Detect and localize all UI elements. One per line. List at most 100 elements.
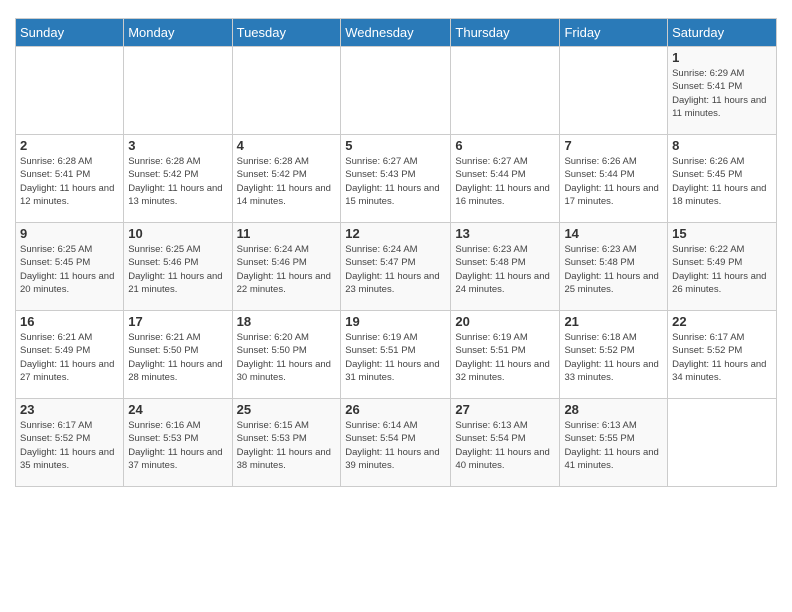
- header-saturday: Saturday: [668, 19, 777, 47]
- day-info: Sunrise: 6:25 AM Sunset: 5:46 PM Dayligh…: [128, 243, 227, 296]
- calendar-cell: 26 Sunrise: 6:14 AM Sunset: 5:54 PM Dayli…: [341, 399, 451, 487]
- day-info: Sunrise: 6:23 AM Sunset: 5:48 PM Dayligh…: [564, 243, 663, 296]
- day-number: 18: [237, 314, 337, 329]
- day-info: Sunrise: 6:15 AM Sunset: 5:53 PM Dayligh…: [237, 419, 337, 472]
- calendar-table: SundayMondayTuesdayWednesdayThursdayFrid…: [15, 18, 777, 487]
- day-number: 5: [345, 138, 446, 153]
- calendar-cell: 5 Sunrise: 6:27 AM Sunset: 5:43 PM Daylig…: [341, 135, 451, 223]
- calendar-cell: 20 Sunrise: 6:19 AM Sunset: 5:51 PM Dayli…: [451, 311, 560, 399]
- day-number: 28: [564, 402, 663, 417]
- day-number: 13: [455, 226, 555, 241]
- day-number: 25: [237, 402, 337, 417]
- calendar-cell: 13 Sunrise: 6:23 AM Sunset: 5:48 PM Dayli…: [451, 223, 560, 311]
- day-number: 4: [237, 138, 337, 153]
- day-number: 11: [237, 226, 337, 241]
- day-number: 21: [564, 314, 663, 329]
- calendar-body: 1 Sunrise: 6:29 AM Sunset: 5:41 PM Daylig…: [16, 47, 777, 487]
- day-number: 27: [455, 402, 555, 417]
- calendar-cell: [451, 47, 560, 135]
- day-info: Sunrise: 6:27 AM Sunset: 5:44 PM Dayligh…: [455, 155, 555, 208]
- day-number: 1: [672, 50, 772, 65]
- header-thursday: Thursday: [451, 19, 560, 47]
- day-number: 22: [672, 314, 772, 329]
- day-info: Sunrise: 6:13 AM Sunset: 5:55 PM Dayligh…: [564, 419, 663, 472]
- calendar-cell: 28 Sunrise: 6:13 AM Sunset: 5:55 PM Dayli…: [560, 399, 668, 487]
- calendar-cell: 6 Sunrise: 6:27 AM Sunset: 5:44 PM Daylig…: [451, 135, 560, 223]
- header-tuesday: Tuesday: [232, 19, 341, 47]
- day-info: Sunrise: 6:17 AM Sunset: 5:52 PM Dayligh…: [672, 331, 772, 384]
- day-number: 9: [20, 226, 119, 241]
- day-info: Sunrise: 6:29 AM Sunset: 5:41 PM Dayligh…: [672, 67, 772, 120]
- calendar-week-row: 2 Sunrise: 6:28 AM Sunset: 5:41 PM Daylig…: [16, 135, 777, 223]
- calendar-cell: 21 Sunrise: 6:18 AM Sunset: 5:52 PM Dayli…: [560, 311, 668, 399]
- calendar-cell: [16, 47, 124, 135]
- day-number: 19: [345, 314, 446, 329]
- calendar-cell: 22 Sunrise: 6:17 AM Sunset: 5:52 PM Dayli…: [668, 311, 777, 399]
- calendar-cell: 4 Sunrise: 6:28 AM Sunset: 5:42 PM Daylig…: [232, 135, 341, 223]
- calendar-cell: 23 Sunrise: 6:17 AM Sunset: 5:52 PM Dayli…: [16, 399, 124, 487]
- day-info: Sunrise: 6:22 AM Sunset: 5:49 PM Dayligh…: [672, 243, 772, 296]
- day-info: Sunrise: 6:18 AM Sunset: 5:52 PM Dayligh…: [564, 331, 663, 384]
- day-number: 2: [20, 138, 119, 153]
- day-info: Sunrise: 6:16 AM Sunset: 5:53 PM Dayligh…: [128, 419, 227, 472]
- day-number: 17: [128, 314, 227, 329]
- day-number: 24: [128, 402, 227, 417]
- calendar-cell: 12Sunrise: 6:24 AM Sunset: 5:47 PM Dayli…: [341, 223, 451, 311]
- header-friday: Friday: [560, 19, 668, 47]
- day-info: Sunrise: 6:28 AM Sunset: 5:42 PM Dayligh…: [237, 155, 337, 208]
- calendar-cell: 19 Sunrise: 6:19 AM Sunset: 5:51 PM Dayli…: [341, 311, 451, 399]
- day-number: 26: [345, 402, 446, 417]
- calendar-cell: 24 Sunrise: 6:16 AM Sunset: 5:53 PM Dayli…: [124, 399, 232, 487]
- header-row: SundayMondayTuesdayWednesdayThursdayFrid…: [16, 19, 777, 47]
- calendar-cell: 15Sunrise: 6:22 AM Sunset: 5:49 PM Dayli…: [668, 223, 777, 311]
- day-info: Sunrise: 6:21 AM Sunset: 5:49 PM Dayligh…: [20, 331, 119, 384]
- day-info: Sunrise: 6:26 AM Sunset: 5:44 PM Dayligh…: [564, 155, 663, 208]
- day-info: Sunrise: 6:17 AM Sunset: 5:52 PM Dayligh…: [20, 419, 119, 472]
- day-info: Sunrise: 6:19 AM Sunset: 5:51 PM Dayligh…: [345, 331, 446, 384]
- day-info: Sunrise: 6:24 AM Sunset: 5:47 PM Dayligh…: [345, 243, 446, 296]
- day-number: 7: [564, 138, 663, 153]
- day-info: Sunrise: 6:28 AM Sunset: 5:41 PM Dayligh…: [20, 155, 119, 208]
- day-number: 20: [455, 314, 555, 329]
- header-wednesday: Wednesday: [341, 19, 451, 47]
- day-info: Sunrise: 6:19 AM Sunset: 5:51 PM Dayligh…: [455, 331, 555, 384]
- calendar-cell: 7 Sunrise: 6:26 AM Sunset: 5:44 PM Daylig…: [560, 135, 668, 223]
- calendar-cell: [560, 47, 668, 135]
- header-sunday: Sunday: [16, 19, 124, 47]
- day-info: Sunrise: 6:21 AM Sunset: 5:50 PM Dayligh…: [128, 331, 227, 384]
- day-info: Sunrise: 6:20 AM Sunset: 5:50 PM Dayligh…: [237, 331, 337, 384]
- calendar-week-row: 9 Sunrise: 6:25 AM Sunset: 5:45 PM Daylig…: [16, 223, 777, 311]
- calendar-cell: 11 Sunrise: 6:24 AM Sunset: 5:46 PM Dayli…: [232, 223, 341, 311]
- calendar-cell: 10 Sunrise: 6:25 AM Sunset: 5:46 PM Dayli…: [124, 223, 232, 311]
- calendar-cell: 18 Sunrise: 6:20 AM Sunset: 5:50 PM Dayli…: [232, 311, 341, 399]
- calendar-cell: 3 Sunrise: 6:28 AM Sunset: 5:42 PM Daylig…: [124, 135, 232, 223]
- calendar-cell: 9 Sunrise: 6:25 AM Sunset: 5:45 PM Daylig…: [16, 223, 124, 311]
- calendar-cell: 16 Sunrise: 6:21 AM Sunset: 5:49 PM Dayli…: [16, 311, 124, 399]
- day-info: Sunrise: 6:25 AM Sunset: 5:45 PM Dayligh…: [20, 243, 119, 296]
- day-number: 10: [128, 226, 227, 241]
- calendar-cell: [232, 47, 341, 135]
- page-container: General Blue SundayMondayTuesdayWednesda…: [0, 0, 792, 497]
- calendar-cell: 17 Sunrise: 6:21 AM Sunset: 5:50 PM Dayli…: [124, 311, 232, 399]
- calendar-cell: [124, 47, 232, 135]
- day-number: 16: [20, 314, 119, 329]
- calendar-cell: 1 Sunrise: 6:29 AM Sunset: 5:41 PM Daylig…: [668, 47, 777, 135]
- day-number: 3: [128, 138, 227, 153]
- day-info: Sunrise: 6:28 AM Sunset: 5:42 PM Dayligh…: [128, 155, 227, 208]
- calendar-week-row: 16 Sunrise: 6:21 AM Sunset: 5:49 PM Dayli…: [16, 311, 777, 399]
- day-info: Sunrise: 6:23 AM Sunset: 5:48 PM Dayligh…: [455, 243, 555, 296]
- calendar-week-row: 23 Sunrise: 6:17 AM Sunset: 5:52 PM Dayli…: [16, 399, 777, 487]
- day-info: Sunrise: 6:24 AM Sunset: 5:46 PM Dayligh…: [237, 243, 337, 296]
- day-info: Sunrise: 6:13 AM Sunset: 5:54 PM Dayligh…: [455, 419, 555, 472]
- day-number: 23: [20, 402, 119, 417]
- calendar-cell: 8Sunrise: 6:26 AM Sunset: 5:45 PM Daylig…: [668, 135, 777, 223]
- calendar-cell: 25 Sunrise: 6:15 AM Sunset: 5:53 PM Dayli…: [232, 399, 341, 487]
- day-number: 6: [455, 138, 555, 153]
- header-monday: Monday: [124, 19, 232, 47]
- day-info: Sunrise: 6:14 AM Sunset: 5:54 PM Dayligh…: [345, 419, 446, 472]
- day-info: Sunrise: 6:27 AM Sunset: 5:43 PM Dayligh…: [345, 155, 446, 208]
- day-number: 14: [564, 226, 663, 241]
- calendar-week-row: 1 Sunrise: 6:29 AM Sunset: 5:41 PM Daylig…: [16, 47, 777, 135]
- calendar-cell: [341, 47, 451, 135]
- day-number: 8: [672, 138, 772, 153]
